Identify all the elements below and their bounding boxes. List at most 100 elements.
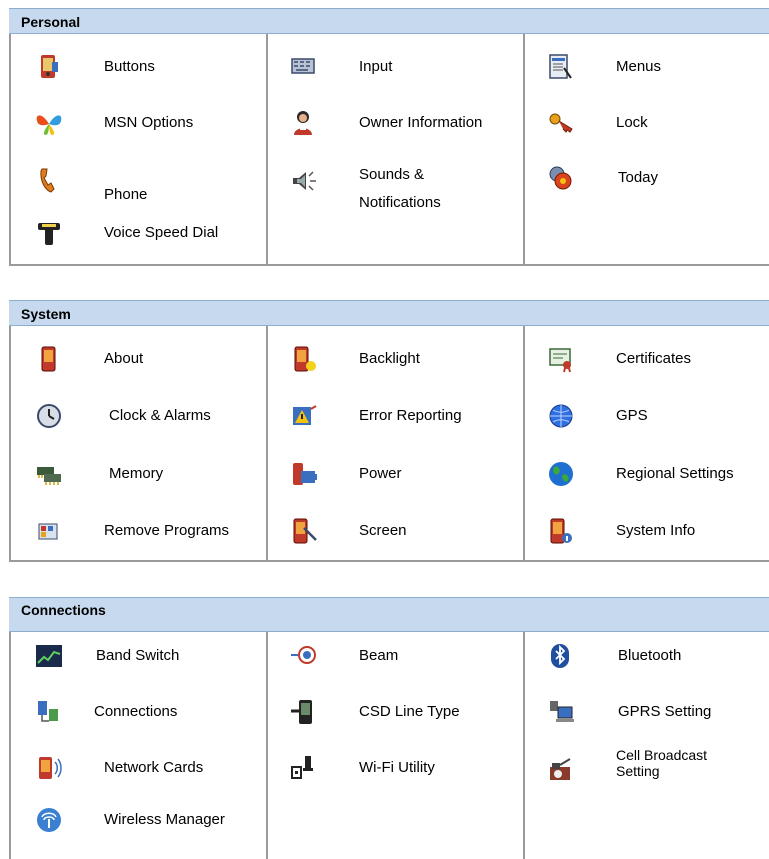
item-label: Clock & Alarms [109, 407, 211, 424]
item-label: Regional Settings [616, 465, 734, 482]
speaker-icon [293, 171, 316, 191]
item-label: About [104, 350, 144, 367]
item-label: Power [359, 465, 402, 482]
beam-infrared-icon [291, 646, 316, 664]
item-label-line2: Setting [616, 763, 660, 779]
item-label: Remove Programs [104, 522, 230, 539]
item-csd-line-type[interactable]: CSD Line Type [289, 697, 509, 727]
item-label: Owner Information [359, 114, 483, 131]
certificate-icon [549, 348, 571, 373]
voice-dial-icon [38, 223, 60, 245]
item-input[interactable]: Input [289, 52, 509, 82]
item-label: GPS [616, 407, 648, 424]
item-bluetooth[interactable]: Bluetooth [546, 641, 756, 671]
item-clock-alarms[interactable]: Clock & Alarms [34, 401, 254, 431]
memory-chip-icon [37, 467, 61, 485]
item-label: CSD Line Type [359, 703, 460, 720]
globe-icon [549, 462, 573, 486]
item-label: Wireless Manager [104, 811, 225, 828]
phone-icon [40, 168, 55, 193]
section-header-connections: Connections [9, 597, 769, 632]
item-system-info[interactable]: System Info [546, 516, 756, 546]
band-switch-icon [36, 645, 62, 667]
item-label: Voice Speed Dial [104, 224, 219, 241]
item-about[interactable]: About [34, 344, 254, 374]
item-wireless-manager[interactable]: Wireless Manager [34, 805, 254, 835]
item-power[interactable]: Power [289, 459, 509, 489]
divider [9, 326, 11, 562]
item-label-line2: Notifications [359, 194, 441, 211]
item-label: Screen [359, 522, 407, 539]
item-label: GPRS Setting [618, 703, 712, 720]
owner-icon [294, 111, 312, 135]
wireless-manager-icon [37, 808, 61, 832]
item-label: Lock [616, 114, 648, 131]
divider [9, 264, 769, 266]
item-label: System Info [616, 522, 696, 539]
item-label: Today [618, 169, 659, 186]
item-label: Certificates [616, 350, 692, 367]
item-owner-information[interactable]: Owner Information [289, 108, 519, 138]
item-sounds-notifications[interactable]: Sounds & Notifications [289, 166, 509, 222]
item-label: Network Cards [104, 759, 204, 776]
item-msn-options[interactable]: MSN Options [34, 108, 254, 138]
item-cell-broadcast-setting[interactable]: Cell Broadcast Setting [546, 747, 756, 793]
about-device-icon [41, 346, 56, 372]
item-network-cards[interactable]: Network Cards [34, 753, 254, 783]
divider [266, 34, 268, 266]
item-label: Memory [109, 465, 164, 482]
wifi-utility-icon [291, 756, 313, 779]
item-screen[interactable]: Screen [289, 516, 509, 546]
item-phone[interactable]: Phone [34, 166, 254, 203]
item-error-reporting[interactable]: Error Reporting [289, 401, 509, 431]
divider [266, 632, 268, 859]
item-label: Bluetooth [618, 647, 682, 664]
item-connections[interactable]: Connections [34, 697, 254, 727]
power-battery-icon [293, 463, 317, 485]
item-label: Backlight [359, 350, 420, 367]
item-buttons[interactable]: Buttons [34, 52, 254, 82]
today-icon [549, 166, 572, 190]
error-report-icon [293, 405, 317, 425]
item-certificates[interactable]: Certificates [546, 344, 756, 374]
item-label: Wi-Fi Utility [359, 759, 435, 776]
system-info-icon [550, 518, 572, 544]
divider [523, 326, 525, 562]
divider [9, 560, 769, 562]
item-voice-speed-dial[interactable]: Voice Speed Dial [34, 218, 254, 248]
item-gprs-setting[interactable]: GPRS Setting [546, 697, 756, 727]
lock-key-icon [549, 113, 573, 133]
gps-globe-icon [549, 404, 573, 428]
menus-icon [549, 54, 572, 79]
msn-butterfly-icon [36, 115, 62, 135]
item-label: Band Switch [96, 647, 180, 664]
item-today[interactable]: Today [546, 163, 756, 193]
divider [523, 632, 525, 859]
item-label: MSN Options [104, 114, 194, 131]
section-title: Personal [21, 14, 81, 30]
item-band-switch[interactable]: Band Switch [34, 641, 254, 671]
section-connections: Connections Band Switch Connections Netw… [9, 597, 769, 859]
item-gps[interactable]: GPS [546, 401, 756, 431]
item-memory[interactable]: Memory [34, 459, 254, 489]
clock-icon [37, 404, 61, 428]
item-backlight[interactable]: Backlight [289, 344, 509, 374]
item-regional-settings[interactable]: Regional Settings [546, 459, 766, 489]
backlight-icon [294, 346, 316, 372]
section-title: System [21, 306, 71, 322]
section-system: System About Clock & Alarms Memory Remov… [9, 300, 769, 562]
item-lock[interactable]: Lock [546, 108, 756, 138]
item-label: Error Reporting [359, 407, 462, 424]
keyboard-input-icon [291, 58, 315, 74]
divider [523, 34, 525, 266]
pda-buttons-icon [41, 55, 58, 78]
item-remove-programs[interactable]: Remove Programs [34, 516, 259, 546]
item-label: Input [359, 58, 393, 75]
section-header-system: System [9, 300, 769, 326]
divider [9, 632, 11, 859]
network-card-icon [39, 757, 62, 779]
item-wifi-utility[interactable]: Wi-Fi Utility [289, 753, 509, 783]
item-menus[interactable]: Menus [546, 52, 756, 82]
gprs-computer-icon [550, 701, 574, 722]
item-beam[interactable]: Beam [289, 641, 509, 671]
